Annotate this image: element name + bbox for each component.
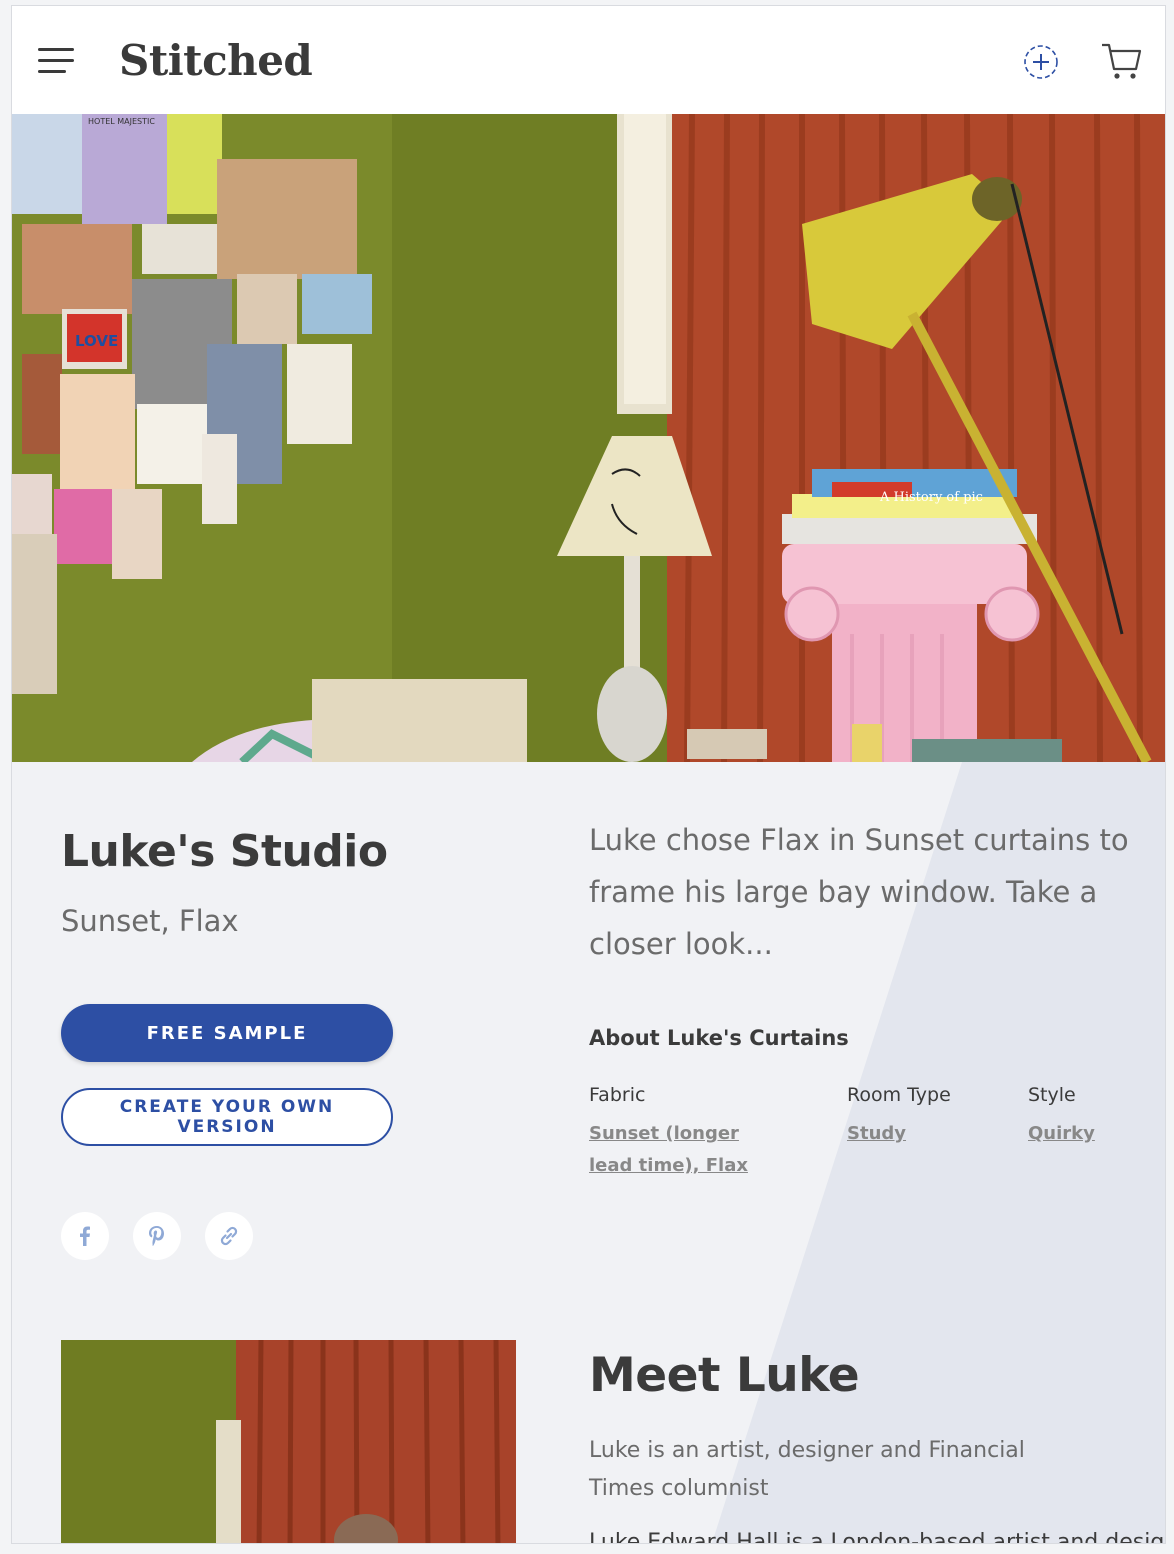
facebook-icon (80, 1226, 90, 1246)
free-sample-button[interactable]: FREE SAMPLE (61, 1004, 393, 1062)
fabric-link[interactable]: Sunset (longer lead time), Flax (589, 1118, 748, 1182)
pinterest-share-button[interactable] (133, 1212, 181, 1260)
project-subtitle: Sunset, Flax (61, 904, 239, 938)
site-header: Stitched (12, 6, 1165, 115)
hamburger-menu-icon[interactable] (38, 48, 74, 74)
shopping-cart-icon[interactable] (1100, 41, 1144, 83)
create-your-own-version-button[interactable]: CREATE YOUR OWN VERSION (61, 1088, 393, 1146)
pinterest-icon (149, 1226, 164, 1246)
link-icon (220, 1226, 238, 1246)
love-text: LOVE (75, 332, 118, 350)
copy-link-button[interactable] (205, 1212, 253, 1260)
luke-portrait-image (61, 1340, 516, 1543)
project-intro: Luke chose Flax in Sunset curtains to fr… (589, 823, 1129, 961)
site-logo[interactable]: Stitched (119, 36, 313, 85)
add-circle-icon[interactable] (1022, 43, 1060, 81)
meet-heading: Meet Luke (589, 1348, 860, 1403)
room-type-label: Room Type (847, 1084, 951, 1106)
project-title: Luke's Studio (61, 826, 388, 877)
book-title: A History of pic (879, 490, 983, 505)
style-link[interactable]: Quirky (1028, 1118, 1095, 1150)
fabric-link-line2: lead time), Flax (589, 1155, 748, 1176)
hero-image: HOTEL MAJESTIC LOVE A History of pic (12, 114, 1165, 762)
fabric-link-line1: Sunset (longer (589, 1123, 739, 1144)
about-curtains-heading: About Luke's Curtains (589, 1026, 849, 1050)
project-section: Luke's Studio Sunset, Flax FREE SAMPLE C… (12, 762, 1165, 1543)
poster-text: HOTEL MAJESTIC (88, 117, 155, 126)
page-frame: Stitched HOTEL MAJESTIC LOVE A History o… (11, 5, 1166, 1544)
meet-description: Luke is an artist, designer and Financia… (589, 1438, 1025, 1501)
style-label: Style (1028, 1084, 1076, 1106)
fabric-label: Fabric (589, 1084, 646, 1106)
meet-bio-text: Luke Edward Hall is a London-based artis… (589, 1530, 1165, 1543)
room-type-link[interactable]: Study (847, 1118, 906, 1150)
facebook-share-button[interactable] (61, 1212, 109, 1260)
